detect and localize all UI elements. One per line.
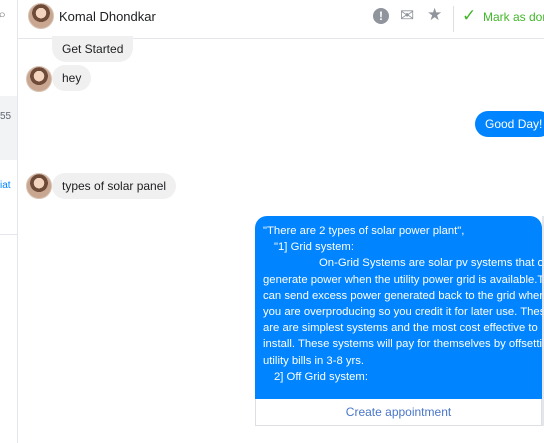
card-text-line: "1] Grid system:	[274, 241, 354, 254]
checkmark-icon[interactable]: ✓	[462, 6, 476, 26]
star-icon[interactable]: ★	[427, 6, 442, 23]
create-appointment-button[interactable]: Create appointment	[255, 399, 542, 426]
card-text-line: 2] Off Grid system:	[274, 370, 368, 383]
card-text-line: "There are 2 types of solar power plant"…	[263, 225, 465, 237]
conversation-list-partial-text: 55	[0, 111, 12, 122]
conversation-list-partial-text[interactable]: iat	[0, 180, 11, 191]
card-text-line: can send excess power generated back to …	[263, 289, 542, 302]
mark-as-done-button[interactable]: Mark as dor	[483, 10, 544, 24]
bot-response-card: "There are 2 types of solar power plant"…	[255, 216, 542, 426]
envelope-icon[interactable]: ✉	[400, 7, 414, 24]
card-text-line: generate power when the utility power gr…	[263, 273, 542, 286]
list-divider	[0, 234, 17, 235]
card-text-line: utility bills in 3-8 yrs.	[263, 354, 365, 367]
avatar	[26, 173, 52, 199]
card-text-line: you are overproducing so you credit it f…	[263, 306, 542, 319]
header-divider	[453, 6, 454, 32]
avatar[interactable]	[28, 3, 54, 29]
incoming-message[interactable]: types of solar panel	[52, 173, 177, 199]
outgoing-message[interactable]: Good Day!	[475, 111, 544, 137]
card-text-line: are are simplest systems and the most co…	[263, 322, 538, 335]
chat-header: Komal Dhondkar ! ✉ ★ ✓ Mark as dor	[18, 0, 544, 39]
search-icon[interactable]: ⌕	[0, 6, 6, 23]
avatar	[26, 66, 52, 92]
conversation-list-item-active[interactable]	[0, 96, 17, 160]
contact-name[interactable]: Komal Dhondkar	[59, 9, 156, 24]
alert-icon[interactable]: !	[373, 8, 389, 24]
card-text-line: install. These systems will pay for them…	[263, 338, 542, 351]
conversation-list-panel: ⌕ 55 iat	[0, 0, 18, 443]
card-text-line: On-Grid Systems are solar pv systems tha…	[319, 257, 542, 270]
incoming-message[interactable]: hey	[52, 65, 92, 91]
incoming-message[interactable]: Get Started	[52, 36, 134, 62]
bot-response-text: "There are 2 types of solar power plant"…	[255, 216, 542, 402]
